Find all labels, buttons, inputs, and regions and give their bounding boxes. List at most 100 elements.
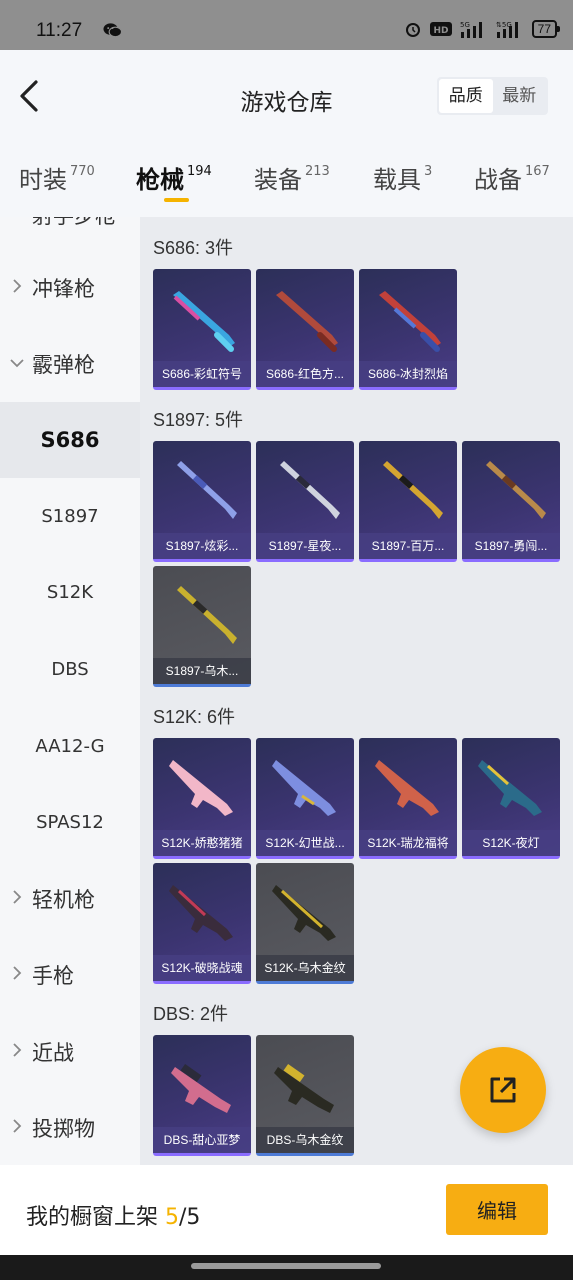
tab-label: 时装 xyxy=(19,166,67,194)
sidebar-item-label: 射手步枪 xyxy=(32,217,116,230)
sidebar-item-dbs[interactable]: DBS xyxy=(0,631,140,707)
assault-shotgun-icon xyxy=(169,885,233,941)
sidebar-item-marksman[interactable]: 射手步枪 xyxy=(0,217,140,235)
chevron-down-icon xyxy=(10,359,24,368)
group-title-s1897: S1897: 5件 xyxy=(153,410,244,430)
svg-text:5G: 5G xyxy=(460,21,470,29)
sidebar-item-label: 手枪 xyxy=(32,964,74,988)
group-title-s12k: S12K: 6件 xyxy=(153,707,236,727)
skin-card[interactable]: S12K-夜灯 xyxy=(462,738,560,859)
pump-shotgun-icon xyxy=(177,586,237,644)
hd-icon: HD xyxy=(429,22,452,36)
sidebar-item-aa12g[interactable]: AA12-G xyxy=(0,708,140,784)
tab-label: 装备 xyxy=(254,166,302,194)
bullpup-shotgun-icon xyxy=(274,1063,334,1113)
tab-count: 167 xyxy=(525,164,550,179)
skin-name: S1897-星夜... xyxy=(256,533,354,559)
tab-supplies[interactable]: 战备 167 xyxy=(474,160,550,195)
skin-card[interactable]: S12K-乌木金纹 xyxy=(256,863,354,984)
skin-card[interactable]: S12K-幻世战... xyxy=(256,738,354,859)
tab-firearms[interactable]: 枪械 194 xyxy=(136,160,212,195)
sidebar-item-label: 霰弹枪 xyxy=(32,353,95,377)
skin-name: S686-彩虹符号 xyxy=(153,361,251,387)
tab-label: 载具 xyxy=(373,166,421,194)
svg-text:HD: HD xyxy=(433,26,448,36)
skin-name: S686-红色方... xyxy=(256,361,354,387)
shelf-current-count: 5 xyxy=(165,1205,180,1230)
sidebar-item-throwable[interactable]: 投掷物 xyxy=(0,1090,140,1165)
skin-card[interactable]: S12K-瑞龙福将 xyxy=(359,738,457,859)
edit-button[interactable]: 编辑 xyxy=(446,1184,548,1235)
alarm-icon xyxy=(405,23,420,37)
skin-card[interactable]: S1897-百万... xyxy=(359,441,457,562)
skin-card[interactable]: S686-红色方... xyxy=(256,269,354,390)
skin-card[interactable]: DBS-甜心亚梦 xyxy=(153,1035,251,1156)
showcase-shelf-status: 我的橱窗上架 5/5 xyxy=(26,1199,200,1231)
tab-fashion[interactable]: 时装 770 xyxy=(19,160,95,195)
skin-card[interactable]: S12K-娇憨猪猪 xyxy=(153,738,251,859)
tab-equipment[interactable]: 装备 213 xyxy=(254,160,330,195)
skin-card[interactable]: S1897-炫彩... xyxy=(153,441,251,562)
shelf-total-count: /5 xyxy=(179,1205,201,1230)
share-icon xyxy=(490,1077,516,1103)
skin-card[interactable]: DBS-乌木金纹 xyxy=(256,1035,354,1156)
assault-shotgun-icon xyxy=(272,885,336,941)
sidebar-item-s686[interactable]: S686 xyxy=(0,402,140,478)
sidebar-item-smg[interactable]: 冲锋枪 xyxy=(0,250,140,326)
sidebar-item-pistol[interactable]: 手枪 xyxy=(0,937,140,1013)
sidebar-item-label: 轻机枪 xyxy=(32,888,95,912)
skin-card[interactable]: S1897-乌木... xyxy=(153,566,251,687)
status-bar: 11:27 HD 5G ⇅5G 77 xyxy=(0,0,573,50)
shotgun-icefire-icon xyxy=(379,291,441,352)
sidebar-item-label: AA12-G xyxy=(35,735,105,757)
sidebar-item-melee[interactable]: 近战 xyxy=(0,1014,140,1090)
skin-name: S686-冰封烈焰 xyxy=(359,361,457,387)
skin-card[interactable]: S12K-破晓战魂 xyxy=(153,863,251,984)
pump-shotgun-icon xyxy=(177,461,237,519)
pump-shotgun-icon xyxy=(383,461,443,519)
skin-name: S1897-乌木... xyxy=(153,658,251,684)
tab-label: 战备 xyxy=(474,166,522,194)
pump-shotgun-icon xyxy=(486,461,546,519)
tab-label: 枪械 xyxy=(136,166,184,194)
chevron-right-icon xyxy=(13,279,22,293)
wechat-icon xyxy=(103,23,122,38)
sidebar-item-lmg[interactable]: 轻机枪 xyxy=(0,861,140,937)
sidebar-item-label: S1897 xyxy=(41,505,99,527)
skin-name: S1897-勇闯... xyxy=(462,533,560,559)
sidebar-item-s1897[interactable]: S1897 xyxy=(0,478,140,554)
skin-name: S12K-瑞龙福将 xyxy=(359,830,457,856)
sidebar-item-label: 冲锋枪 xyxy=(32,277,95,301)
sidebar-item-label: 近战 xyxy=(32,1041,74,1065)
share-button[interactable] xyxy=(460,1047,546,1133)
sidebar-item-label: DBS xyxy=(51,658,89,680)
chevron-right-icon xyxy=(13,966,22,980)
skin-card[interactable]: S686-冰封烈焰 xyxy=(359,269,457,390)
group-title-s686: S686: 3件 xyxy=(153,238,234,258)
skin-card[interactable]: S686-彩虹符号 xyxy=(153,269,251,390)
chevron-right-icon xyxy=(13,890,22,904)
weapon-skin-grid: S686: 3件 S686-彩虹符号 S686-红色方... S686-冰封烈焰… xyxy=(140,217,573,1165)
skin-card[interactable]: S1897-星夜... xyxy=(256,441,354,562)
sort-toggle: 品质 最新 xyxy=(437,77,548,115)
tab-count: 3 xyxy=(424,164,433,179)
header: 游戏仓库 品质 最新 xyxy=(0,50,573,142)
skin-card[interactable]: S1897-勇闯... xyxy=(462,441,560,562)
signal-5g-2-icon: ⇅5G xyxy=(496,21,518,38)
group-title-dbs: DBS: 2件 xyxy=(153,1004,229,1024)
bullpup-shotgun-icon xyxy=(171,1063,231,1113)
sidebar-item-label: 投掷物 xyxy=(32,1117,95,1141)
tab-vehicles[interactable]: 载具 3 xyxy=(373,160,432,195)
shelf-label: 我的橱窗上架 xyxy=(26,1205,159,1230)
assault-shotgun-icon xyxy=(478,760,542,816)
assault-shotgun-icon xyxy=(169,760,233,816)
sort-quality-button[interactable]: 品质 xyxy=(439,79,493,113)
skin-name: S1897-炫彩... xyxy=(153,533,251,559)
sidebar-item-spas12[interactable]: SPAS12 xyxy=(0,784,140,860)
assault-shotgun-icon xyxy=(272,760,336,816)
sidebar-item-s12k[interactable]: S12K xyxy=(0,554,140,630)
sort-newest-button[interactable]: 最新 xyxy=(493,79,547,113)
sidebar-item-shotgun[interactable]: 霰弹枪 xyxy=(0,326,140,402)
bottom-bar: 我的橱窗上架 5/5 编辑 xyxy=(0,1165,573,1255)
home-indicator[interactable] xyxy=(191,1263,381,1269)
